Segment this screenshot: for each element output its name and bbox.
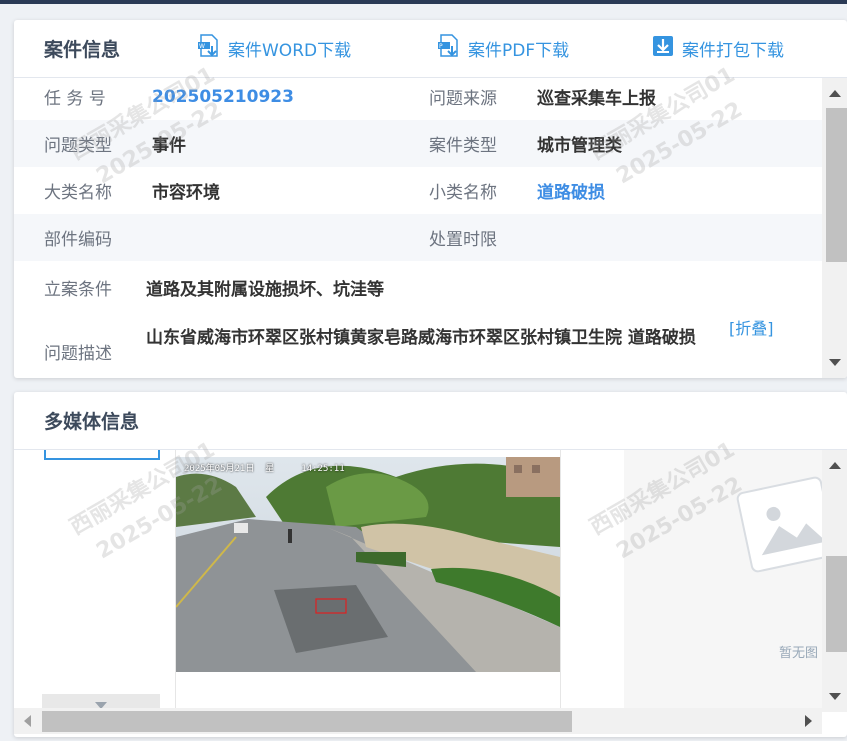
detail-row: 大类名称 市容环境 小类名称 道路破损 — [14, 167, 822, 214]
top-bar — [0, 0, 847, 4]
download-box-icon — [652, 35, 682, 62]
major-category-value: 市容环境 — [152, 183, 220, 203]
task-no-value[interactable]: 202505210923 — [152, 87, 294, 107]
no-image-placeholder: 暂无图 — [624, 450, 822, 712]
scroll-left-arrow-icon[interactable] — [16, 708, 38, 734]
case-info-header: 案件信息 W 案件WORD下载 P 案件PDF下载 案件打包下载 — [14, 20, 847, 78]
detail-row: 任 务 号 202505210923 问题来源 巡查采集车上报 — [14, 78, 822, 120]
detail-row: 部件编码 处置时限 — [14, 214, 822, 261]
source-label: 问题来源 — [429, 89, 497, 109]
road-photo-image — [176, 457, 560, 672]
detail-row: 立案条件 道路及其附属设施损坏、坑洼等 — [14, 261, 822, 313]
case-info-title: 案件信息 — [44, 39, 121, 61]
media-title: 多媒体信息 — [44, 411, 140, 433]
download-word-label: 案件WORD下载 — [228, 41, 352, 61]
case-type-value: 城市管理类 — [537, 136, 622, 156]
image-placeholder-icon — [734, 470, 822, 584]
media-gallery: 2025年05月21日 星 14:25:11 暂无图 — [14, 450, 822, 712]
collapse-link[interactable]: [折叠] — [729, 315, 774, 339]
download-word-link[interactable]: W 案件WORD下载 — [198, 34, 351, 63]
scroll-up-arrow-icon[interactable] — [822, 454, 847, 476]
source-value: 巡查采集车上报 — [537, 89, 656, 109]
scroll-up-arrow-icon[interactable] — [822, 82, 847, 104]
media-panel: 多媒体信息 2025年05月21日 星 14:25:11 暂无图 — [14, 392, 847, 737]
download-pack-link[interactable]: 案件打包下载 — [652, 35, 784, 62]
media-header: 多媒体信息 — [14, 392, 847, 450]
thumbnail-selected[interactable] — [44, 450, 160, 460]
download-pack-label: 案件打包下载 — [682, 41, 784, 61]
horizontal-scrollbar[interactable] — [14, 708, 822, 734]
svg-text:P: P — [439, 43, 443, 50]
case-info-panel: 案件信息 W 案件WORD下载 P 案件PDF下载 案件打包下载 任 务 号 2… — [14, 20, 847, 378]
scroll-thumb[interactable] — [42, 711, 572, 732]
case-photo[interactable]: 2025年05月21日 星 14:25:11 — [176, 457, 560, 672]
detail-row: 问题描述 山东省威海市环翠区张村镇黄家皂路威海市环翠区张村镇卫生院 道路破损 [… — [14, 313, 822, 378]
problem-type-value: 事件 — [152, 136, 186, 156]
no-image-text: 暂无图 — [779, 646, 819, 661]
task-no-label: 任 务 号 — [44, 89, 106, 109]
minor-category-label: 小类名称 — [429, 183, 497, 203]
part-code-label: 部件编码 — [44, 230, 112, 250]
case-type-label: 案件类型 — [429, 136, 497, 156]
scroll-thumb[interactable] — [826, 556, 847, 652]
deadline-label: 处置时限 — [429, 230, 497, 250]
scroll-right-arrow-icon[interactable] — [798, 708, 820, 734]
case-vertical-scrollbar[interactable] — [822, 78, 847, 378]
pdf-file-icon: P — [438, 34, 468, 63]
scroll-down-arrow-icon[interactable] — [822, 686, 847, 708]
problem-type-label: 问题类型 — [44, 136, 112, 156]
case-details: 任 务 号 202505210923 问题来源 巡查采集车上报 问题类型 事件 … — [14, 78, 822, 378]
major-category-label: 大类名称 — [44, 183, 112, 203]
description-value: 山东省威海市环翠区张村镇黄家皂路威海市环翠区张村镇卫生院 道路破损 — [146, 328, 696, 348]
photo-timestamp: 2025年05月21日 星 14:25:11 — [184, 464, 345, 474]
download-pdf-link[interactable]: P 案件PDF下载 — [438, 34, 569, 63]
word-file-icon: W — [198, 34, 228, 63]
detail-row: 问题类型 事件 案件类型 城市管理类 — [14, 120, 822, 167]
condition-value: 道路及其附属设施损坏、坑洼等 — [146, 279, 384, 300]
scroll-thumb[interactable] — [826, 108, 847, 262]
condition-label: 立案条件 — [44, 279, 112, 300]
svg-text:W: W — [199, 43, 205, 50]
divider — [560, 450, 561, 712]
download-pdf-label: 案件PDF下载 — [468, 41, 570, 61]
description-label: 问题描述 — [44, 344, 112, 364]
minor-category-value[interactable]: 道路破损 — [537, 178, 605, 203]
media-vertical-scrollbar[interactable] — [822, 450, 847, 712]
scroll-down-arrow-icon[interactable] — [822, 352, 847, 374]
